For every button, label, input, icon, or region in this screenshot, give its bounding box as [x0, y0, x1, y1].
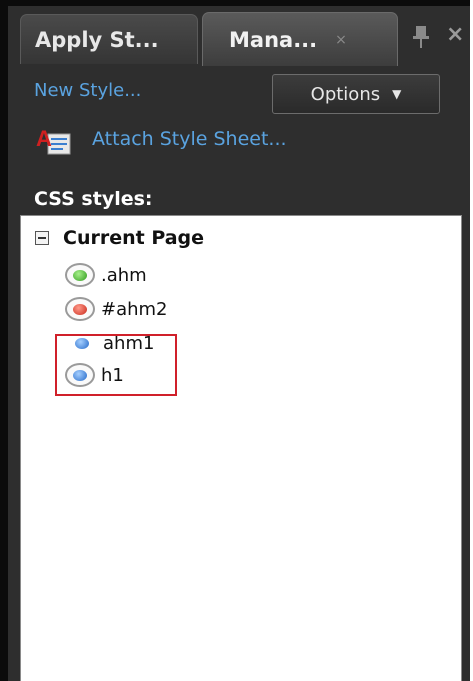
- panel-left-edge: [0, 0, 8, 681]
- css-styles-list[interactable]: Current Page .ahm #ahm2 ahm1 h1: [20, 215, 462, 681]
- collapse-icon[interactable]: [35, 231, 49, 245]
- chevron-down-icon: ▼: [392, 87, 402, 101]
- svg-text:A: A: [36, 126, 52, 151]
- green-ring-bullet-icon: [65, 263, 95, 287]
- attach-style-sheet-icon[interactable]: A: [34, 124, 74, 158]
- attach-style-sheet-link[interactable]: Attach Style Sheet...: [92, 128, 287, 150]
- panel-close-icon[interactable]: ×: [446, 22, 464, 47]
- new-style-link[interactable]: New Style...: [34, 80, 141, 101]
- style-label: .ahm: [101, 264, 147, 286]
- tab-apply-styles-label: Apply St...: [35, 27, 159, 52]
- tab-manage-styles-label: Mana...: [229, 27, 318, 52]
- panel-top-edge: [0, 0, 470, 6]
- options-button[interactable]: Options ▼: [272, 74, 440, 114]
- list-item-ahm[interactable]: .ahm: [65, 260, 147, 290]
- css-styles-heading: CSS styles:: [34, 188, 153, 210]
- current-page-group[interactable]: Current Page: [21, 216, 461, 260]
- options-label: Options: [310, 83, 381, 105]
- tab-close-icon[interactable]: ×: [335, 32, 347, 48]
- manage-styles-panel: Apply St... Mana... × × New Style... Opt…: [0, 0, 470, 681]
- tab-manage-styles[interactable]: Mana... ×: [202, 12, 398, 66]
- tab-apply-styles[interactable]: Apply St...: [20, 14, 198, 64]
- current-page-label: Current Page: [63, 227, 205, 249]
- red-ring-bullet-icon: [65, 297, 95, 321]
- pin-icon[interactable]: [412, 24, 430, 50]
- highlight-annotation-box: [55, 334, 177, 396]
- list-item-ahm2[interactable]: #ahm2: [65, 294, 168, 324]
- style-label: #ahm2: [101, 298, 168, 320]
